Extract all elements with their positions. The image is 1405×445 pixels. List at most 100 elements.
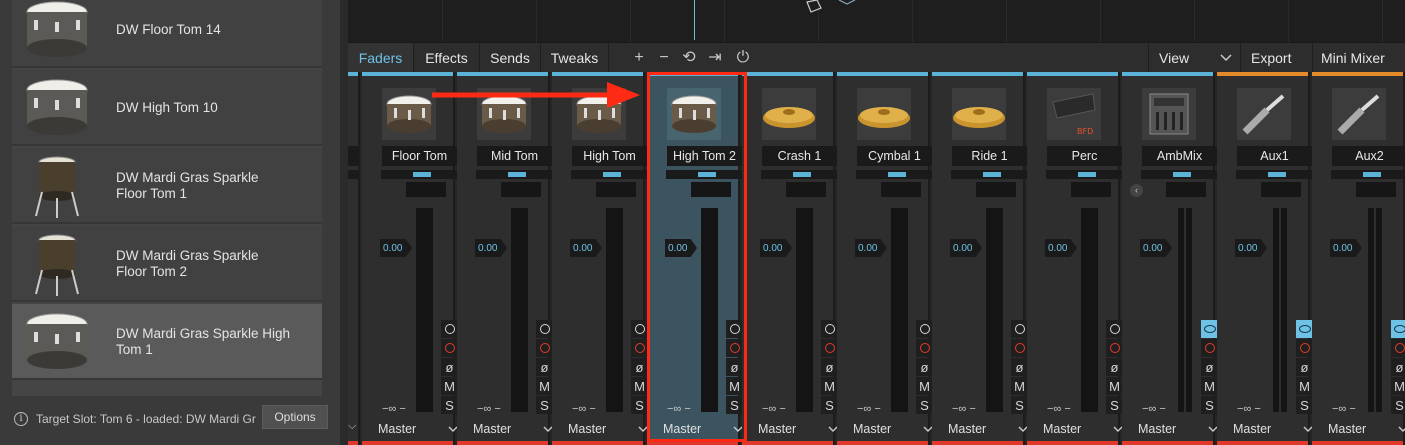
phase-invert-button[interactable]: ø — [916, 358, 933, 376]
fader-value[interactable]: 0.00 — [1045, 239, 1077, 257]
fader-track[interactable] — [796, 208, 813, 412]
fader-track[interactable] — [416, 208, 433, 412]
power-icon[interactable]: ⏻ — [734, 49, 752, 67]
fader-track[interactable] — [1273, 208, 1279, 412]
tab-effects[interactable]: Effects — [414, 43, 480, 73]
fader-track[interactable] — [986, 208, 1003, 412]
phase-invert-button[interactable]: ø — [631, 358, 648, 376]
fader-track[interactable] — [1178, 208, 1184, 412]
mute-button[interactable]: M — [726, 377, 743, 395]
mini-mixer-button[interactable]: Mini Mixer — [1312, 43, 1405, 73]
phase-invert-button[interactable]: ø — [536, 358, 553, 376]
fader-value[interactable]: 0.00 — [950, 239, 982, 257]
phase-invert-button[interactable]: ø — [1106, 358, 1123, 376]
tab-sends[interactable]: Sends — [480, 43, 541, 73]
fader-track[interactable] — [1281, 208, 1287, 412]
mute-button[interactable]: M — [441, 377, 458, 395]
record-arm-button[interactable] — [1296, 339, 1313, 357]
record-arm-button[interactable] — [441, 339, 458, 357]
mute-button[interactable]: M — [536, 377, 553, 395]
fader-track[interactable] — [1186, 208, 1192, 412]
output-select[interactable]: Master — [1043, 420, 1123, 438]
mute-button[interactable]: M — [1391, 377, 1405, 395]
solo-button[interactable]: S — [1296, 396, 1313, 414]
record-arm-button[interactable] — [631, 339, 648, 357]
add-icon[interactable]: + — [630, 49, 648, 67]
insert-slot[interactable] — [1071, 182, 1111, 197]
channel-name[interactable]: Aux1 — [1237, 146, 1312, 166]
insert-slot[interactable] — [1166, 182, 1206, 197]
fader-track[interactable] — [1081, 208, 1098, 412]
pan-slider[interactable] — [666, 170, 743, 179]
output-select[interactable]: Master — [473, 420, 553, 438]
export-button[interactable]: Export — [1240, 43, 1312, 73]
stereo-link-icon[interactable] — [1296, 320, 1313, 338]
playhead[interactable] — [694, 0, 695, 40]
channel-name[interactable]: Cymbal 1 — [857, 146, 932, 166]
channel-name[interactable]: Aux2 — [1332, 146, 1405, 166]
solo-button[interactable]: S — [1201, 396, 1218, 414]
mute-button[interactable]: M — [631, 377, 648, 395]
output-select[interactable]: Master — [378, 420, 458, 438]
output-select[interactable]: Master — [568, 420, 648, 438]
solo-button[interactable]: S — [916, 396, 933, 414]
insert-slot[interactable] — [501, 182, 541, 197]
channel-name[interactable]: Mid Tom — [477, 146, 552, 166]
insert-slot[interactable] — [596, 182, 636, 197]
fader-value[interactable]: 0.00 — [760, 239, 792, 257]
monitor-button[interactable] — [726, 320, 743, 338]
insert-slot[interactable] — [881, 182, 921, 197]
fader-value[interactable]: 0.00 — [380, 239, 412, 257]
mute-button[interactable]: M — [1201, 377, 1218, 395]
kit-piece-list[interactable]: DW Floor Tom 14 DW High Tom 10 DW Mardi … — [12, 0, 322, 396]
stereo-link-icon[interactable] — [1391, 320, 1405, 338]
phase-invert-button[interactable]: ø — [1201, 358, 1218, 376]
mute-button[interactable]: M — [1296, 377, 1313, 395]
record-arm-button[interactable] — [1201, 339, 1218, 357]
phase-invert-button[interactable]: ø — [1011, 358, 1028, 376]
output-select[interactable]: Master — [1138, 420, 1218, 438]
fader-value[interactable]: 0.00 — [665, 239, 697, 257]
solo-button[interactable]: S — [821, 396, 838, 414]
fader-value[interactable]: 0.00 — [475, 239, 507, 257]
pan-slider[interactable] — [761, 170, 838, 179]
chevron-left-icon[interactable]: ‹ — [1130, 184, 1143, 197]
record-arm-button[interactable] — [1011, 339, 1028, 357]
pan-slider[interactable] — [571, 170, 648, 179]
output-select[interactable]: Master — [758, 420, 838, 438]
route-icon[interactable]: ⇥ — [706, 49, 724, 67]
mute-button[interactable]: M — [1011, 377, 1028, 395]
fader-value[interactable]: 0.00 — [1235, 239, 1267, 257]
channel-name[interactable]: Floor Tom — [382, 146, 457, 166]
channel-name[interactable]: Crash 1 — [762, 146, 837, 166]
insert-slot[interactable] — [976, 182, 1016, 197]
pan-slider[interactable] — [856, 170, 933, 179]
monitor-button[interactable] — [536, 320, 553, 338]
channel-name[interactable]: High Tom — [572, 146, 647, 166]
reset-icon[interactable]: ⟲ — [680, 49, 698, 67]
remove-icon[interactable]: − — [655, 49, 673, 67]
monitor-button[interactable] — [1106, 320, 1123, 338]
insert-slot[interactable] — [1356, 182, 1396, 197]
fader-value[interactable]: 0.00 — [1330, 239, 1362, 257]
fader-track[interactable] — [891, 208, 908, 412]
channel-name[interactable]: Ride 1 — [952, 146, 1027, 166]
solo-button[interactable]: S — [631, 396, 648, 414]
record-arm-button[interactable] — [916, 339, 933, 357]
output-select[interactable]: Master — [948, 420, 1028, 438]
monitor-button[interactable] — [821, 320, 838, 338]
insert-slot[interactable] — [1261, 182, 1301, 197]
pan-slider[interactable] — [381, 170, 458, 179]
channel-name[interactable]: High Tom 2 — [667, 146, 742, 166]
solo-button[interactable]: S — [441, 396, 458, 414]
pan-slider[interactable] — [476, 170, 553, 179]
phase-invert-button[interactable]: ø — [1296, 358, 1313, 376]
view-dropdown[interactable]: View — [1148, 43, 1240, 73]
output-select[interactable]: Master — [1328, 420, 1405, 438]
phase-invert-button[interactable]: ø — [821, 358, 838, 376]
fader-track[interactable] — [1368, 208, 1374, 412]
chevron-down-icon[interactable]: ⌵ — [348, 420, 356, 433]
solo-button[interactable]: S — [726, 396, 743, 414]
fader-track[interactable] — [511, 208, 528, 412]
phase-invert-button[interactable]: ø — [441, 358, 458, 376]
